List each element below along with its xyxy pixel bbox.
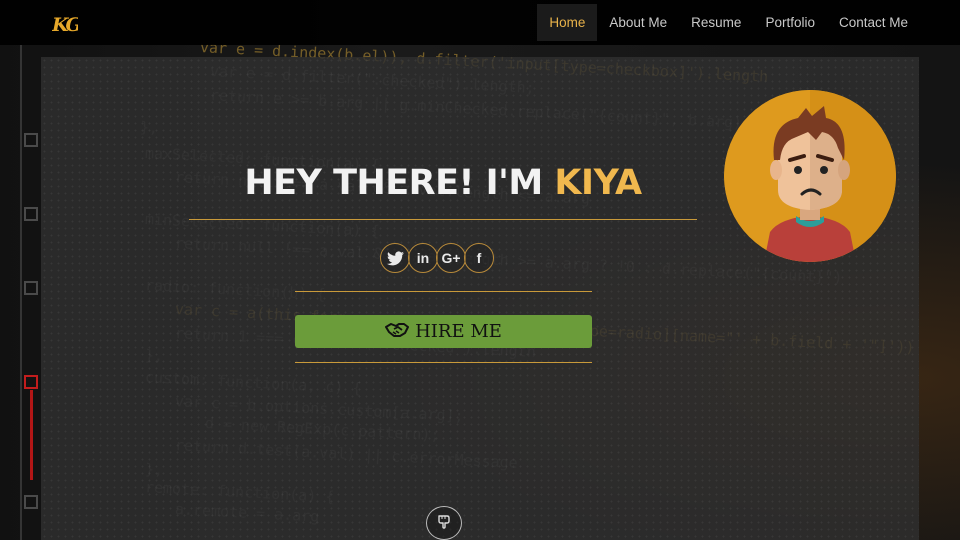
- nav-contact-me[interactable]: Contact Me: [827, 4, 920, 41]
- handshake-icon: [385, 322, 410, 342]
- socials-divider: [295, 291, 592, 292]
- nav-about-me[interactable]: About Me: [597, 4, 679, 41]
- google-plus-glyph: G+: [441, 250, 461, 266]
- facebook-glyph: f: [476, 250, 482, 266]
- svg-text:KG: KG: [52, 14, 78, 36]
- linkedin-glyph: in: [416, 250, 430, 266]
- twitter-icon[interactable]: [380, 243, 410, 273]
- hire-me-label: HIRE ME: [415, 321, 502, 342]
- top-navbar: KG Home About Me Resume Portfolio Contac…: [0, 0, 960, 45]
- hire-divider: [295, 362, 592, 363]
- social-links: in G+ f: [380, 243, 494, 273]
- hero-name: KIYA: [554, 163, 642, 203]
- nav-resume[interactable]: Resume: [679, 4, 753, 41]
- nav-portfolio[interactable]: Portfolio: [753, 4, 827, 41]
- nav-home[interactable]: Home: [537, 4, 598, 41]
- brand-logo-mark: KG: [51, 14, 85, 36]
- scroll-down-button[interactable]: [426, 506, 462, 540]
- editor-gutter: [20, 45, 42, 540]
- google-plus-icon[interactable]: G+: [436, 243, 466, 273]
- hero-greeting: HEY THERE! I'M: [244, 163, 555, 203]
- hire-me-button[interactable]: HIRE ME: [295, 315, 592, 348]
- brand-logo[interactable]: KG: [51, 12, 85, 36]
- hero-headline: HEY THERE! I'M KIYA: [188, 163, 698, 203]
- linkedin-icon[interactable]: in: [408, 243, 438, 273]
- avatar: [724, 90, 896, 262]
- headline-divider: [189, 219, 697, 220]
- facebook-icon[interactable]: f: [464, 243, 494, 273]
- main-nav: Home About Me Resume Portfolio Contact M…: [537, 4, 920, 41]
- cartoon-avatar-image: [724, 90, 896, 262]
- hand-pointing-down-icon: [436, 513, 452, 533]
